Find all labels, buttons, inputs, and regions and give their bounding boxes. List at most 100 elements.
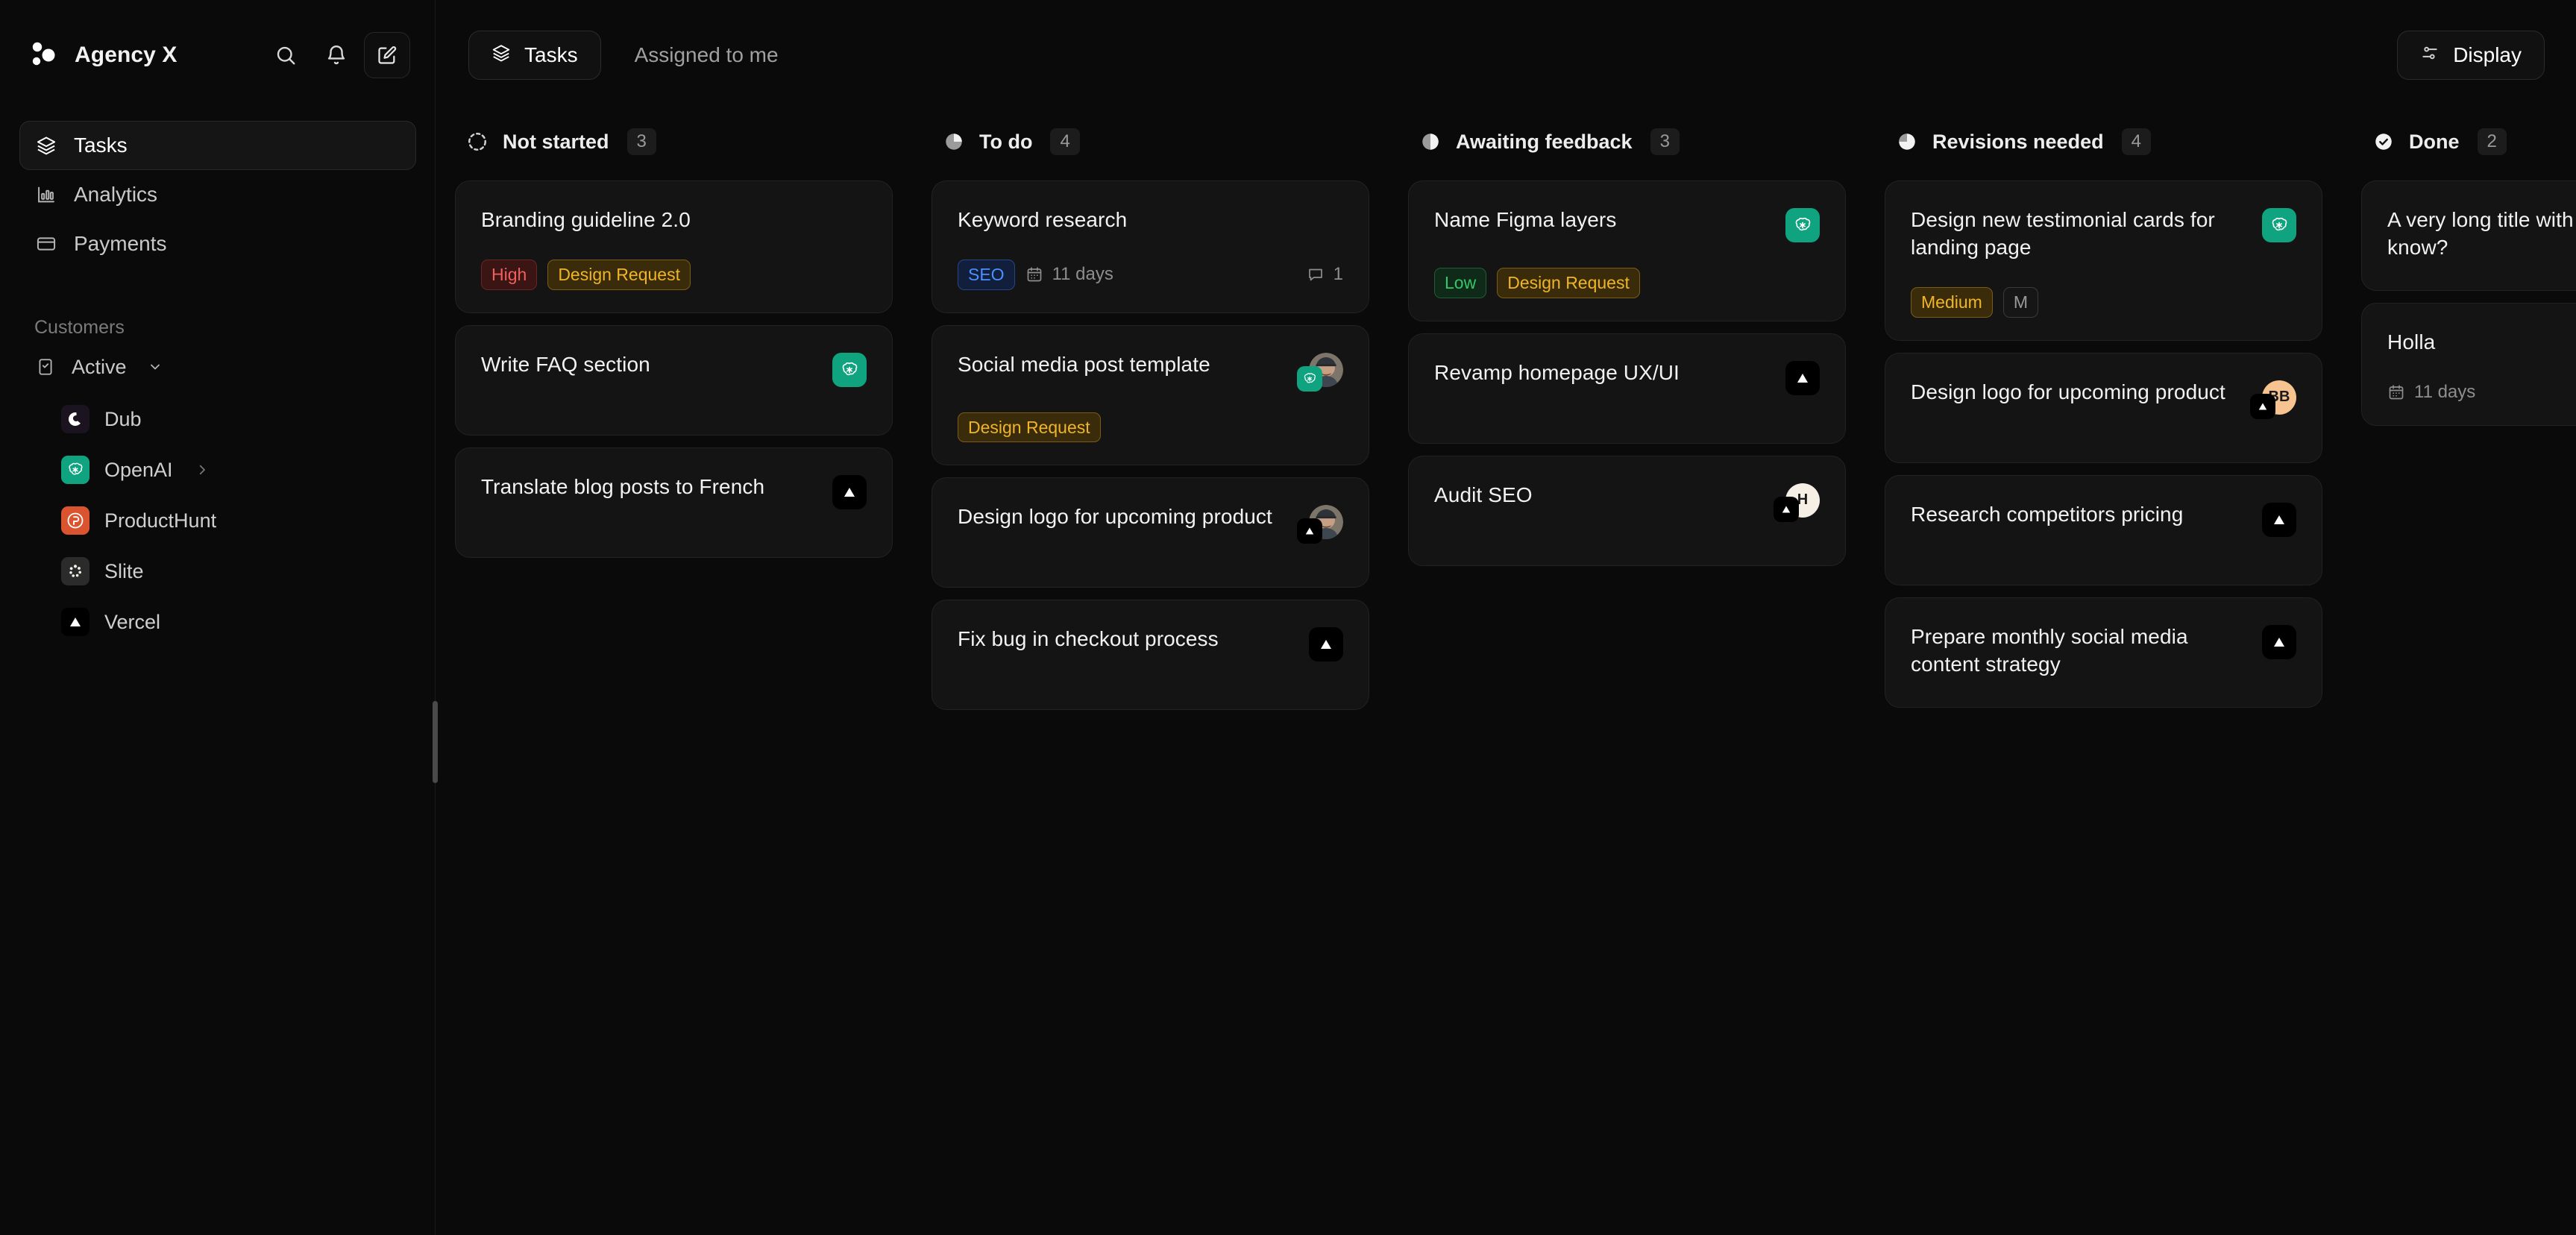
sidebar-group-active[interactable]: Active: [19, 345, 416, 389]
card-header: Design logo for upcoming product: [958, 503, 1343, 544]
sidebar-item-slite[interactable]: Slite: [19, 546, 416, 597]
task-tag[interactable]: Medium: [1911, 286, 1993, 318]
task-card[interactable]: Social media post template Design Request: [932, 324, 1369, 466]
task-title: Audit SEO: [1434, 483, 1533, 506]
kanban-board: Not started 3 Branding guideline 2.0 High De…: [436, 110, 2576, 1235]
task-card[interactable]: Holla 11 days: [2361, 303, 2576, 426]
task-card[interactable]: Audit SEO H: [1408, 455, 1846, 566]
task-title: Branding guideline 2.0: [481, 208, 691, 231]
avatar-image: [1785, 360, 1820, 395]
task-card[interactable]: A very long title with a lot of text, yo…: [2361, 180, 2576, 291]
sidebar-item-vercel[interactable]: Vercel: [19, 597, 416, 647]
column-header[interactable]: Revisions needed 4: [1885, 118, 2322, 166]
agency-x-logo-icon: [28, 40, 58, 70]
task-tag[interactable]: High: [481, 259, 538, 290]
task-tag[interactable]: Design Request: [958, 412, 1101, 443]
task-card[interactable]: Design logo for upcoming product BB: [1885, 352, 2322, 463]
chevron-right-icon[interactable]: [195, 463, 209, 477]
avatar[interactable]: [2262, 502, 2296, 537]
task-tag[interactable]: M: [2002, 286, 2038, 318]
task-card[interactable]: Prepare monthly social media content str…: [1885, 597, 2322, 708]
task-card[interactable]: Keyword research SEO 11 days 1: [932, 180, 1369, 313]
avatar[interactable]: [1785, 208, 1820, 242]
due-date: 11 days: [2387, 382, 2475, 403]
card-footer: High Design Request: [481, 234, 867, 290]
avatar[interactable]: [2262, 208, 2296, 242]
sidebar-item-tasks[interactable]: Tasks: [19, 121, 416, 170]
card-header: Social media post template: [958, 351, 1343, 392]
sidebar-item-dub[interactable]: Dub: [19, 394, 416, 444]
brand[interactable]: Agency X: [28, 40, 263, 70]
sidebar-item-openai[interactable]: OpenAI: [19, 444, 416, 495]
avatar[interactable]: [1297, 505, 1343, 544]
column-header[interactable]: Done 2: [2361, 118, 2576, 166]
tab-tasks[interactable]: Tasks: [468, 31, 601, 80]
column-header[interactable]: Not started 3: [455, 118, 893, 166]
avatar[interactable]: [832, 352, 867, 387]
avatar[interactable]: H: [1774, 483, 1820, 522]
sidebar-item-producthunt[interactable]: ProductHunt: [19, 495, 416, 546]
column-header[interactable]: Awaiting feedback 3: [1408, 118, 1846, 166]
task-title: Revamp homepage UX/UI: [1434, 360, 1680, 384]
customer-label: ProductHunt: [104, 509, 217, 532]
card-list: Branding guideline 2.0 High Design Request…: [455, 180, 893, 558]
task-title: Translate blog posts to French: [481, 474, 765, 498]
task-card[interactable]: Research competitors pricing: [1885, 474, 2322, 585]
kanban-column: Done 2 A very long title with a lot of tex…: [2342, 118, 2576, 1235]
comment-count[interactable]: 1: [1307, 264, 1343, 285]
task-card[interactable]: Name Figma layers Low Design Request: [1408, 180, 1846, 321]
task-tag[interactable]: SEO: [958, 259, 1015, 290]
display-button[interactable]: Display: [2397, 31, 2545, 80]
card-list: A very long title with a lot of text, yo…: [2361, 180, 2576, 426]
sidebar-section-customers: Customers: [34, 316, 125, 338]
column-title: To do: [979, 130, 1033, 153]
sidebar-item-payments[interactable]: Payments: [19, 219, 416, 268]
layers-icon: [491, 43, 511, 68]
avatar[interactable]: [1297, 352, 1343, 392]
avatar[interactable]: [1309, 627, 1343, 662]
three-quarter-pie-icon: [1895, 130, 1919, 154]
column-header[interactable]: To do 4: [932, 118, 1369, 166]
sidebar-scrollbar-thumb[interactable]: [433, 701, 438, 783]
avatar[interactable]: [1785, 360, 1820, 395]
task-tag[interactable]: Low: [1434, 268, 1487, 298]
tab-assigned-to-me[interactable]: Assigned to me: [612, 31, 802, 80]
task-card[interactable]: Translate blog posts to French: [455, 447, 893, 558]
task-card[interactable]: Branding guideline 2.0 High Design Request: [455, 180, 893, 313]
openai-logo-badge-icon: [1297, 365, 1322, 392]
chevron-down-icon[interactable]: [148, 359, 163, 374]
task-card[interactable]: Design new testimonial cards for landing…: [1885, 180, 2322, 341]
due-date: 11 days: [1025, 264, 1113, 285]
customer-label: Vercel: [104, 610, 161, 633]
task-tag[interactable]: Design Request: [1497, 268, 1640, 298]
card-header: Design new testimonial cards for landing…: [1911, 207, 2296, 262]
customer-list: Dub OpenAI ProductHunt Slite Vercel: [19, 394, 416, 647]
avatar[interactable]: BB: [2250, 380, 2296, 419]
sidebar-group-label: Active: [72, 355, 127, 378]
task-card[interactable]: Revamp homepage UX/UI: [1408, 333, 1846, 444]
topbar: Tasks Assigned to me Display: [436, 0, 2576, 110]
column-count: 3: [1650, 128, 1680, 155]
dashed-circle-icon: [465, 130, 489, 154]
half-pie-icon: [1419, 130, 1442, 154]
sidebar-item-analytics[interactable]: Analytics: [19, 170, 416, 219]
task-card[interactable]: Write FAQ section: [455, 324, 893, 436]
task-card[interactable]: Design logo for upcoming product: [932, 477, 1369, 588]
search-button[interactable]: [263, 32, 309, 78]
notifications-button[interactable]: [313, 32, 359, 78]
task-tag[interactable]: Design Request: [547, 259, 691, 290]
avatar-image: [832, 474, 867, 509]
avatar[interactable]: [2262, 624, 2296, 659]
card-header: Name Figma layers: [1434, 207, 1820, 242]
column-title: Revisions needed: [1932, 130, 2104, 153]
main-area: Tasks Assigned to me Display Not started…: [436, 0, 2576, 1235]
card-header: Research competitors pricing: [1911, 501, 2296, 537]
sidebar-header: Agency X: [19, 0, 416, 110]
task-title: Write FAQ section: [481, 352, 650, 376]
task-card[interactable]: Fix bug in checkout process: [932, 600, 1369, 711]
avatar[interactable]: [832, 474, 867, 509]
sliders-icon: [2420, 43, 2440, 68]
compose-button[interactable]: [364, 32, 410, 78]
customer-label: Dub: [104, 407, 142, 430]
producthunt-logo-icon: [61, 506, 89, 535]
